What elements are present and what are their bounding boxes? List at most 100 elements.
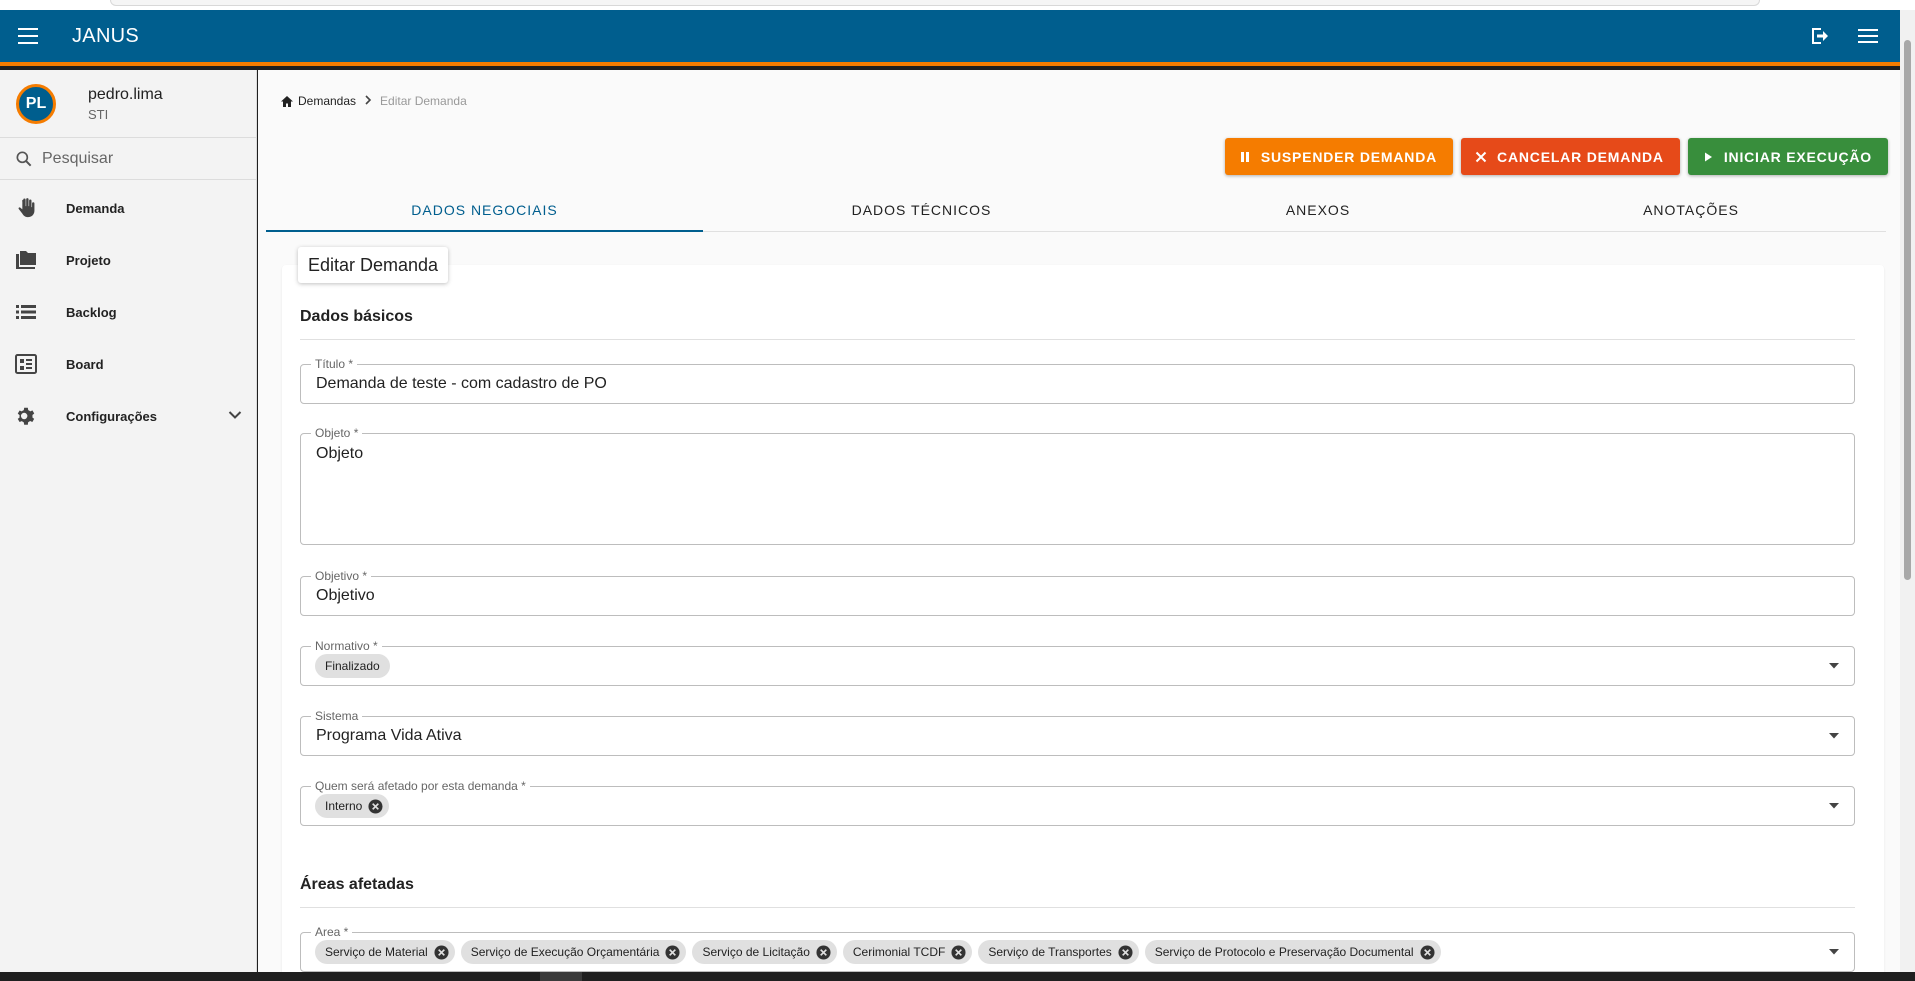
objeto-value: Objeto xyxy=(316,445,364,462)
scrollbar-thumb[interactable] xyxy=(1904,40,1911,580)
more-menu-button[interactable] xyxy=(1844,8,1892,64)
chip-label: Serviço de Protocolo e Preservação Docum… xyxy=(1154,945,1414,959)
menu-button[interactable] xyxy=(0,8,58,64)
objeto-field[interactable]: Objeto * Objeto xyxy=(300,426,1855,545)
browser-top-strip xyxy=(0,0,1915,10)
sidebar-item-label: Projeto xyxy=(66,252,111,268)
chip-remove-icon[interactable] xyxy=(951,944,966,960)
sidebar-item-demanda[interactable]: Demanda xyxy=(0,182,256,234)
titulo-field[interactable]: Título * Demanda de teste - com cadastro… xyxy=(300,357,1855,404)
search-input[interactable] xyxy=(42,149,242,168)
chip-label: Serviço de Material xyxy=(325,945,428,959)
chip-remove-icon[interactable] xyxy=(816,944,831,960)
chevron-down-icon[interactable] xyxy=(228,407,242,425)
suspend-button[interactable]: SUSPENDER DEMANDA xyxy=(1224,138,1454,175)
area-chips: Serviço de Material Serviço de Execução … xyxy=(315,940,1441,964)
chip[interactable]: Interno xyxy=(315,794,390,818)
sistema-select[interactable]: Sistema Programa Vida Ativa xyxy=(300,709,1855,756)
sidebar: PL pedro.lima STI Demanda Projeto Backlo… xyxy=(0,70,257,972)
objetivo-label: Objetivo * xyxy=(311,569,372,583)
section-divider xyxy=(300,339,1855,340)
action-buttons: SUSPENDER DEMANDA CANCELAR DEMANDA INICI… xyxy=(1224,138,1888,175)
dropdown-arrow-icon[interactable] xyxy=(1828,803,1840,809)
chip[interactable]: Serviço de Licitação xyxy=(692,940,837,964)
chip-label: Cerimonial TCDF xyxy=(852,945,946,959)
section-divider xyxy=(300,907,1855,908)
tab-anotacoes[interactable]: ANOTAÇÕES xyxy=(1496,188,1886,231)
section-title-basic: Dados básicos xyxy=(300,308,413,325)
chip[interactable]: Serviço de Material xyxy=(315,940,455,964)
chip-remove-icon[interactable] xyxy=(368,798,383,814)
sidebar-item-board[interactable]: Board xyxy=(0,338,256,390)
chip[interactable]: Finalizado xyxy=(315,654,390,678)
sidebar-item-label: Demanda xyxy=(66,200,125,216)
section-title-areas: Áreas afetadas xyxy=(300,876,414,893)
tab-dados-tecnicos[interactable]: DADOS TÉCNICOS xyxy=(703,188,1140,231)
dropdown-arrow-icon[interactable] xyxy=(1828,733,1840,739)
chip-label: Serviço de Execução Orçamentária xyxy=(470,945,660,959)
tab-anexos[interactable]: ANEXOS xyxy=(1140,188,1496,231)
objetivo-field[interactable]: Objetivo * Objetivo xyxy=(300,569,1855,616)
cancel-button-label: CANCELAR DEMANDA xyxy=(1497,148,1664,165)
chip[interactable]: Serviço de Execução Orçamentária xyxy=(460,940,687,964)
sidebar-item-label: Configurações xyxy=(66,408,158,424)
chip-remove-icon[interactable] xyxy=(434,944,449,960)
taskbar-segment xyxy=(540,972,582,981)
more-menu-icon xyxy=(1858,29,1878,43)
cancel-button[interactable]: CANCELAR DEMANDA xyxy=(1461,138,1680,175)
user-name: pedro.lima xyxy=(88,85,163,103)
tab-dados-negociais[interactable]: DADOS NEGOCIAIS xyxy=(266,188,703,232)
home-icon xyxy=(281,95,293,107)
afetados-label: Quem será afetado por esta demanda * xyxy=(311,779,530,793)
board-icon xyxy=(12,354,40,374)
sidebar-item-backlog[interactable]: Backlog xyxy=(0,286,256,338)
page-scrollbar[interactable] xyxy=(1900,10,1915,972)
normativo-select[interactable]: Normativo * Finalizado xyxy=(300,639,1855,686)
breadcrumb: Demandas Editar Demanda xyxy=(280,94,467,108)
sistema-value: Programa Vida Ativa xyxy=(316,727,462,744)
breadcrumb-home-label: Demandas xyxy=(298,94,357,108)
chip-remove-icon[interactable] xyxy=(665,944,681,960)
close-icon xyxy=(1475,151,1487,163)
chip[interactable]: Serviço de Transportes xyxy=(978,940,1139,964)
chip-remove-icon[interactable] xyxy=(1118,944,1133,960)
pause-icon xyxy=(1239,151,1251,163)
gear-icon xyxy=(12,405,40,427)
hand-icon xyxy=(12,196,40,220)
chip[interactable]: Cerimonial TCDF xyxy=(842,940,973,964)
sidebar-item-configuracoes[interactable]: Configurações xyxy=(0,390,256,442)
user-org: STI xyxy=(88,106,109,122)
sidebar-item-label: Board xyxy=(66,356,104,372)
menu-icon xyxy=(18,28,38,44)
logout-icon xyxy=(1812,28,1828,44)
avatar[interactable]: PL xyxy=(16,83,56,124)
sidebar-item-projeto[interactable]: Projeto xyxy=(0,234,256,286)
normativo-label: Normativo * xyxy=(311,639,382,653)
afetados-chips: Interno xyxy=(315,794,390,818)
chip-remove-icon[interactable] xyxy=(1420,944,1435,960)
titulo-label: Título * xyxy=(311,357,358,371)
dropdown-arrow-icon[interactable] xyxy=(1828,949,1840,955)
start-execution-button[interactable]: INICIAR EXECUÇÃO xyxy=(1687,138,1888,175)
titulo-value: Demanda de teste - com cadastro de PO xyxy=(316,375,607,392)
dropdown-arrow-icon[interactable] xyxy=(1828,663,1840,669)
afetados-select[interactable]: Quem será afetado por esta demanda * Int… xyxy=(300,779,1855,826)
sistema-label: Sistema xyxy=(311,709,363,723)
browser-address-bar-edge xyxy=(110,0,1760,6)
app-bar: JANUS xyxy=(0,10,1900,66)
sidebar-item-label: Backlog xyxy=(66,304,117,320)
area-label: Area * xyxy=(311,925,353,939)
chip[interactable]: Serviço de Protocolo e Preservação Docum… xyxy=(1144,940,1441,964)
sidebar-search xyxy=(0,138,256,180)
search-icon xyxy=(16,151,32,166)
logout-button[interactable] xyxy=(1796,8,1844,64)
area-select[interactable]: Area * Serviço de Material Serviço de Ex… xyxy=(300,925,1855,972)
app-title: JANUS xyxy=(72,24,140,47)
chevron-right-icon xyxy=(364,94,372,108)
taskbar-strip xyxy=(0,972,1915,981)
breadcrumb-home[interactable]: Demandas xyxy=(280,94,356,108)
normativo-chips: Finalizado xyxy=(315,654,390,678)
objetivo-value: Objetivo xyxy=(316,587,375,604)
breadcrumb-current: Editar Demanda xyxy=(380,94,467,108)
user-profile: PL pedro.lima STI xyxy=(0,70,256,138)
